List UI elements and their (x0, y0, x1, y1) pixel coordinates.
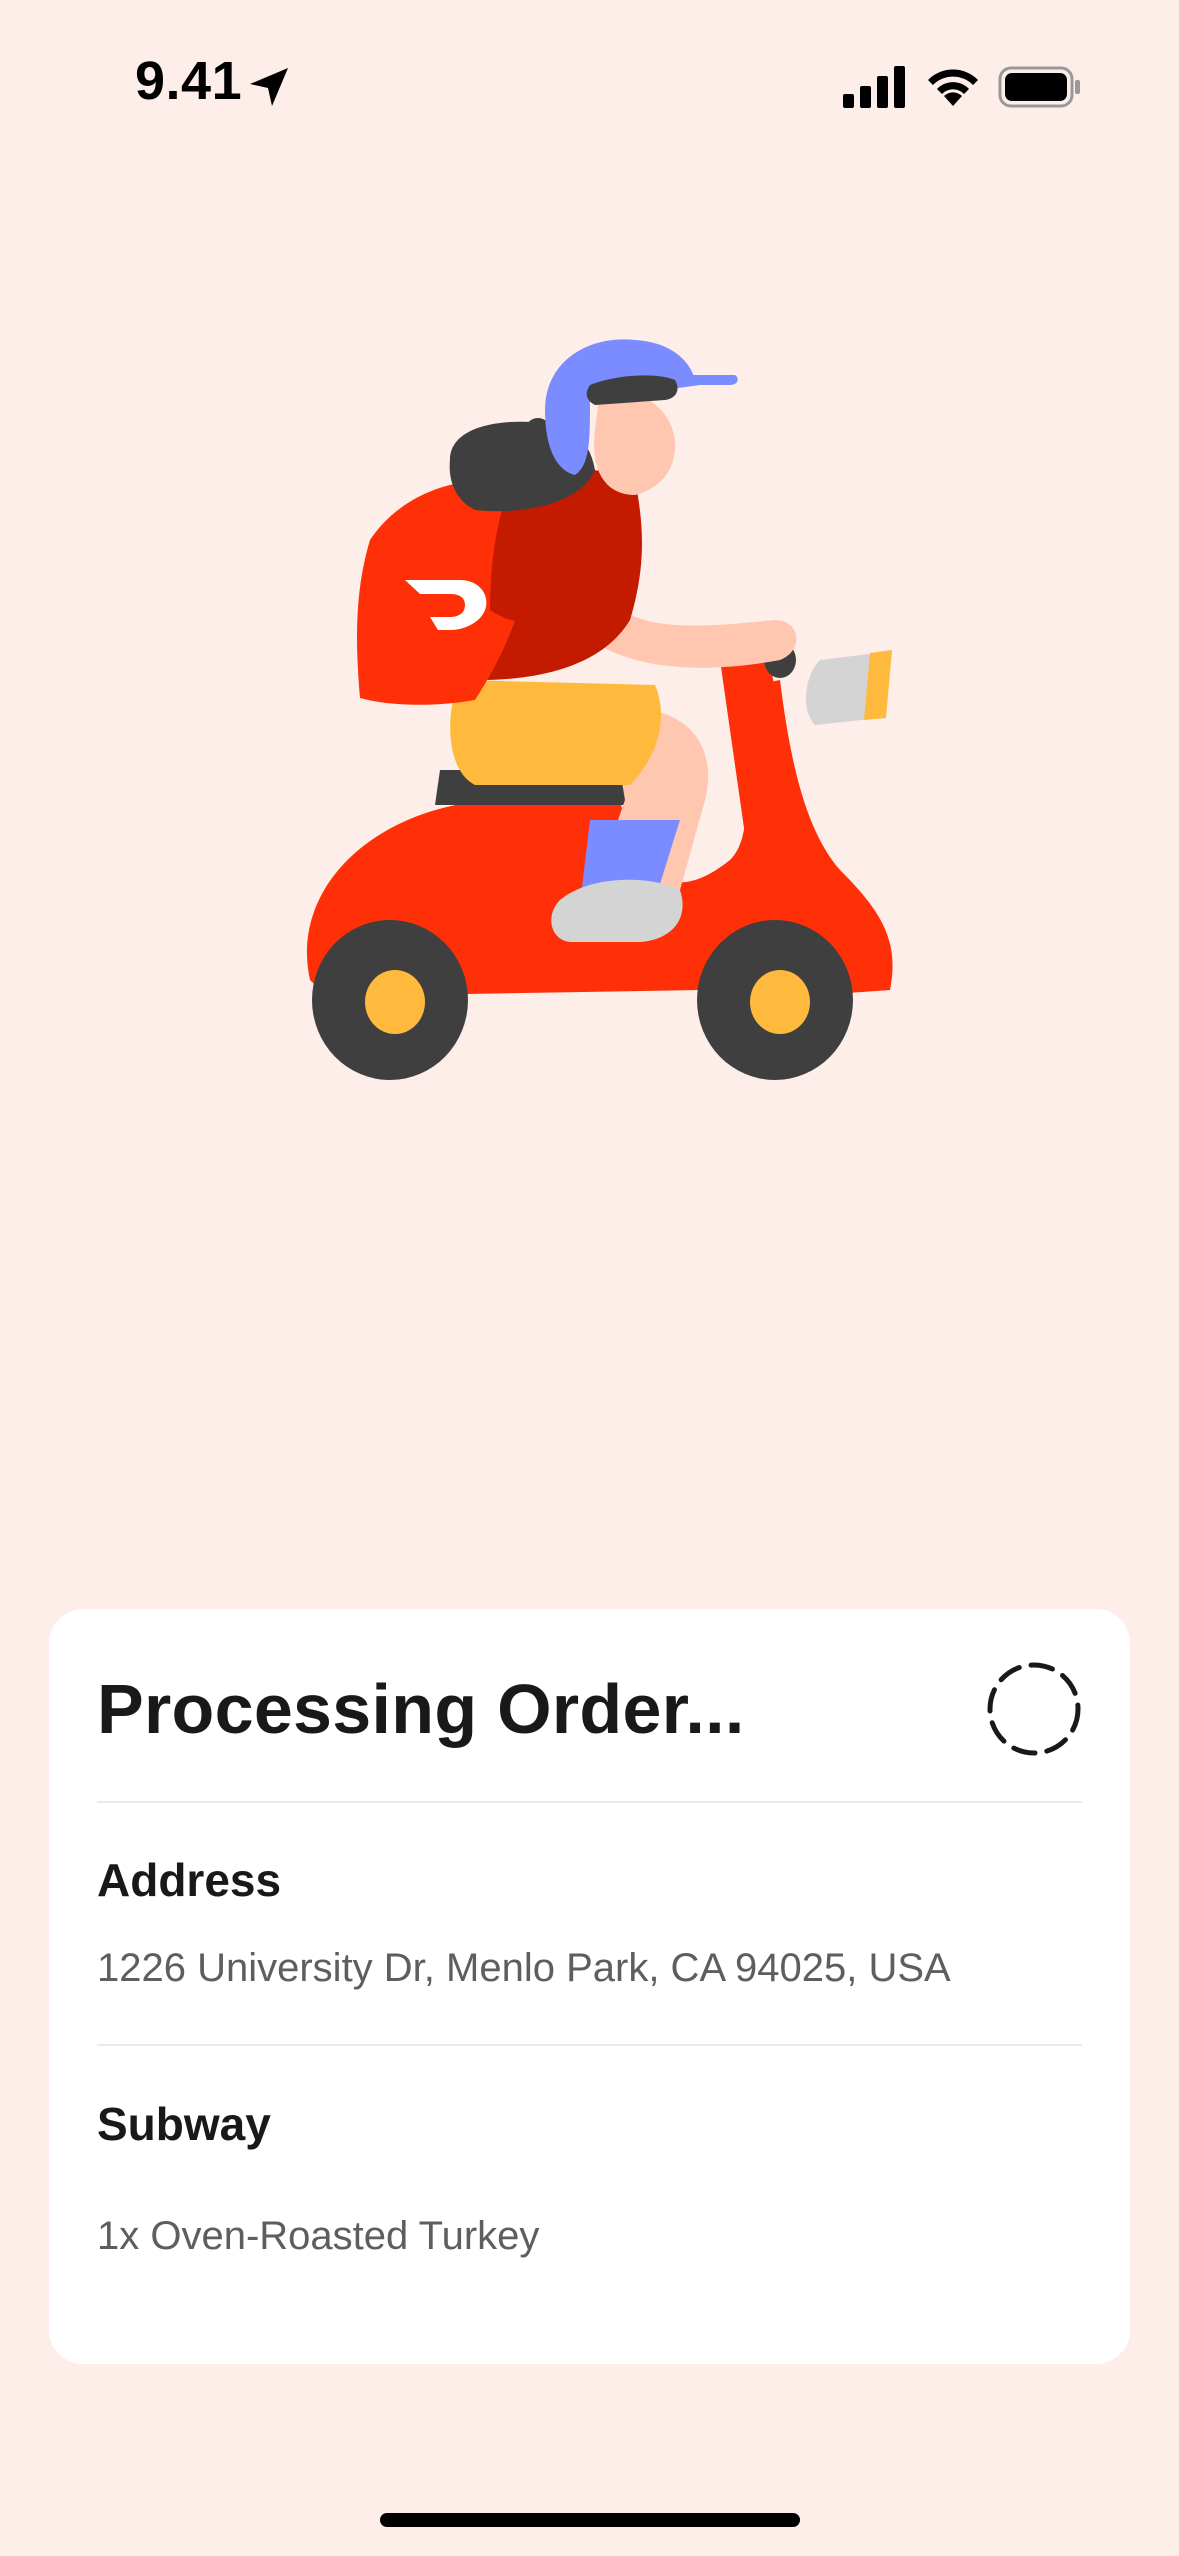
home-indicator[interactable] (380, 2513, 800, 2527)
loading-spinner-icon (987, 1662, 1081, 1756)
divider (97, 2044, 1082, 2046)
battery-icon (998, 66, 1080, 108)
store-name: Subway (97, 2098, 271, 2150)
courier-on-scooter-illustration (306, 339, 893, 1080)
order-item: 1x Oven-Roasted Turkey (97, 2214, 540, 2258)
status-time: 9.41 (135, 51, 243, 111)
location-arrow-icon (250, 68, 288, 106)
signal-icon (843, 66, 905, 108)
wifi-icon (928, 69, 978, 106)
address-value: 1226 University Dr, Menlo Park, CA 94025… (97, 1946, 951, 1990)
address-label: Address (97, 1854, 282, 1906)
divider (97, 1801, 1082, 1803)
card-title: Processing Order... (97, 1670, 745, 1748)
order-status-card: Processing Order... Address 1226 Univers… (49, 1609, 1130, 2364)
status-bar: 9.41 (0, 0, 1179, 175)
